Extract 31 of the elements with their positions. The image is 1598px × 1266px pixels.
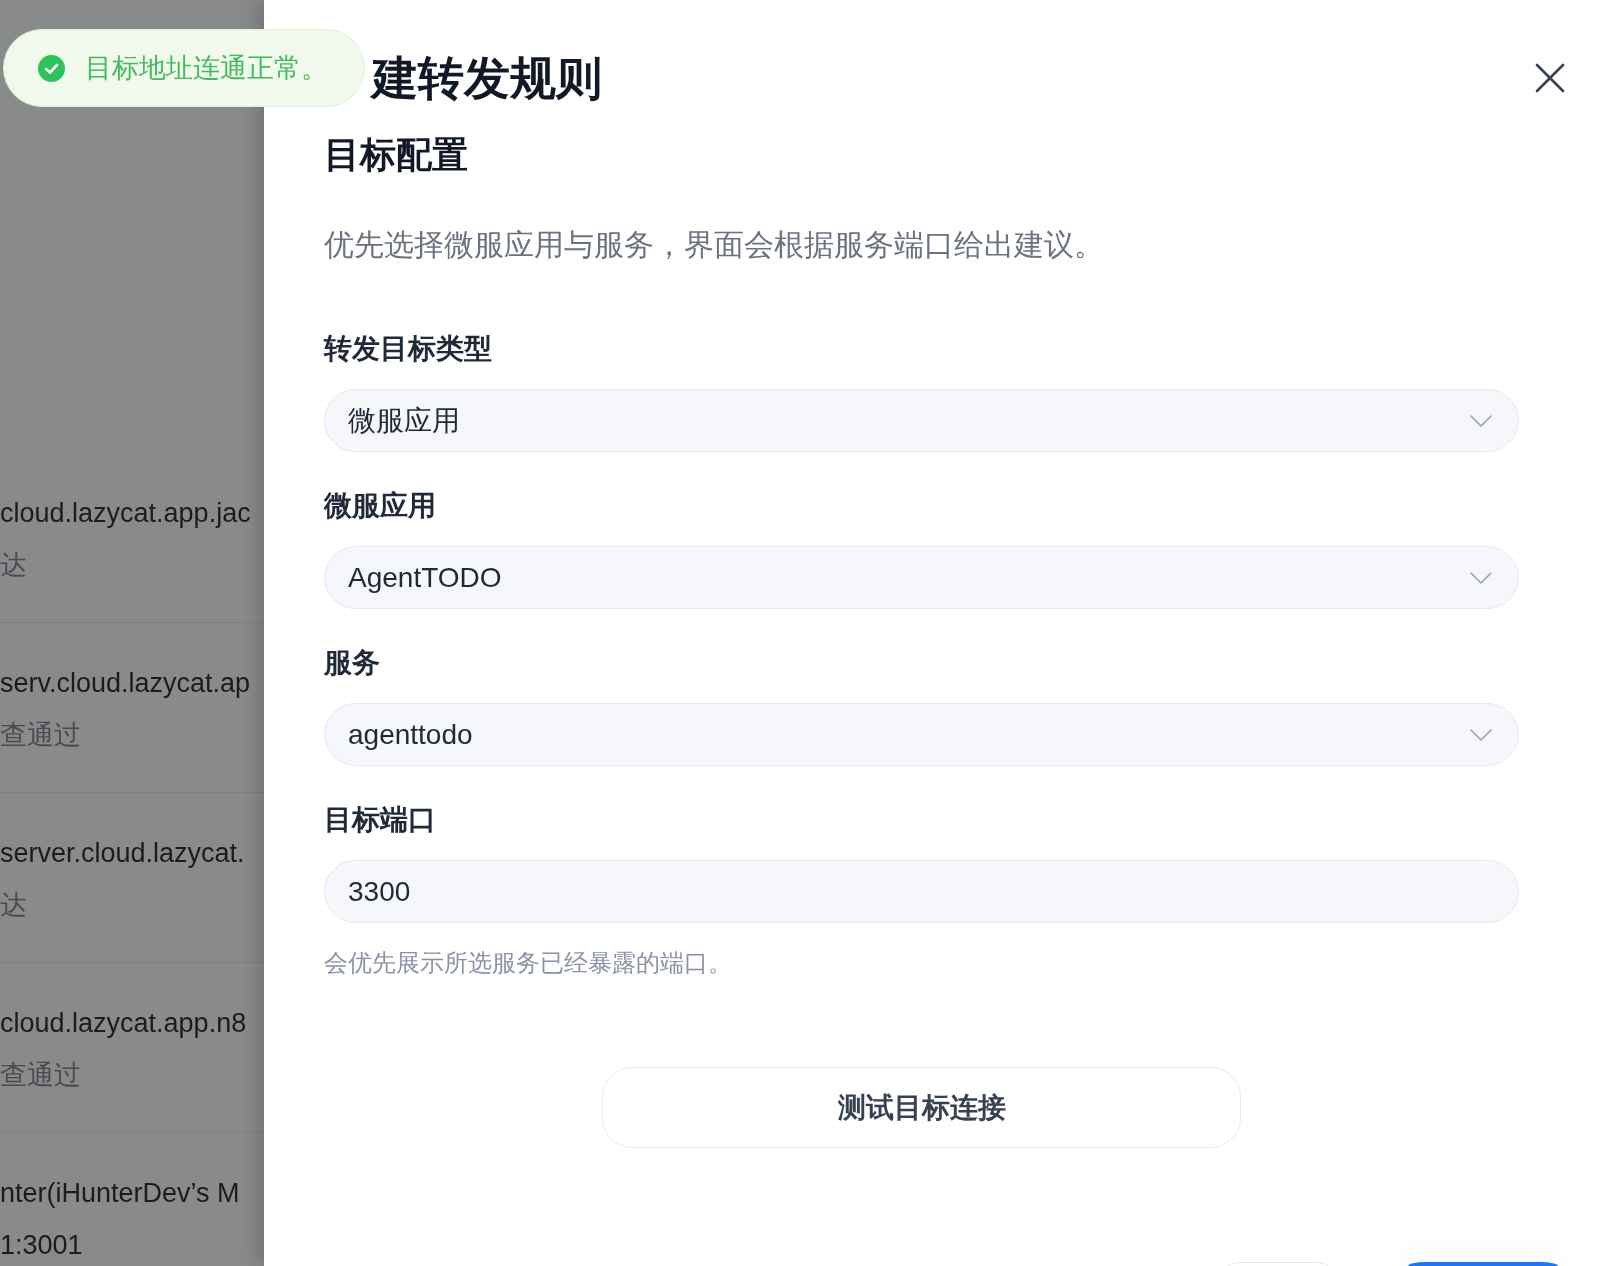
port-input[interactable]: 3300 — [324, 860, 1519, 923]
section-description: 优先选择微服应用与服务，界面会根据服务端口给出建议。 — [324, 227, 1104, 263]
check-circle-icon — [38, 54, 65, 82]
chevron-down-icon — [1470, 728, 1492, 741]
list-item-status: 查通过 — [0, 1059, 81, 1092]
dropdown-select[interactable]: 微服应用 — [324, 389, 1519, 452]
list-item-title: serv.cloud.lazycat.ap — [0, 667, 251, 700]
list-item-title: cloud.lazycat.app.jac — [0, 497, 251, 530]
field-label: 目标端口 — [324, 803, 436, 837]
list-item-title: cloud.lazycat.app.n8 — [0, 1007, 247, 1040]
toast-message: 目标地址连通正常。 — [85, 52, 328, 85]
close-icon — [1535, 63, 1565, 93]
chevron-down-icon — [1470, 571, 1492, 584]
test-connection-button[interactable]: 测试目标连接 — [602, 1067, 1241, 1148]
field-hint: 会优先展示所选服务已经暴露的端口。 — [324, 948, 732, 978]
list-item-status: 查通过 — [0, 719, 81, 752]
drawer-title: 建转发规则 — [372, 51, 602, 106]
list-item-title: nter(iHunterDev’s M — [0, 1177, 240, 1210]
list-item-title: server.cloud.lazycat. — [0, 837, 245, 870]
dropdown-select[interactable]: agenttodo — [324, 703, 1519, 766]
list-item-address: 1:3001 — [0, 1229, 83, 1262]
section-title: 目标配置 — [324, 133, 468, 177]
chevron-down-icon — [1470, 414, 1492, 427]
close-button[interactable] — [1534, 62, 1566, 94]
field-label: 微服应用 — [324, 489, 436, 523]
list-item-status: 达 — [0, 889, 27, 922]
field-label: 服务 — [324, 646, 380, 680]
list-item-status: 达 — [0, 549, 27, 582]
dropdown-select[interactable]: AgentTODO — [324, 546, 1519, 609]
primary-button[interactable] — [1408, 1262, 1558, 1266]
field-label: 转发目标类型 — [324, 332, 492, 366]
